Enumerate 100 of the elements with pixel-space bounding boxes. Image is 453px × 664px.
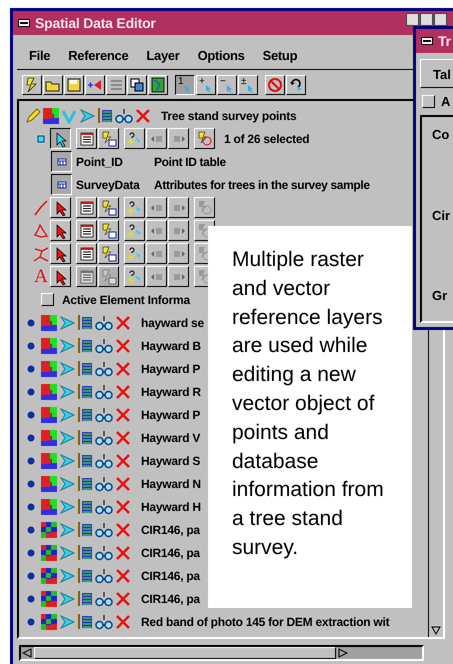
arrow-icon[interactable] (59, 360, 75, 376)
arrow-icon[interactable] (59, 384, 75, 400)
table-name[interactable]: SurveyData (76, 178, 150, 192)
arrow-icon[interactable] (59, 522, 75, 538)
table-button[interactable] (76, 128, 97, 149)
table-button[interactable] (76, 243, 97, 264)
binoculars-icon[interactable] (95, 384, 113, 400)
minimize-button[interactable] (406, 13, 419, 26)
select-element-button[interactable] (50, 128, 71, 149)
wrench-list-icon[interactable] (77, 522, 93, 538)
wrench-list-icon[interactable] (77, 476, 93, 492)
lightning-tool-button[interactable] (22, 75, 42, 95)
layer-name[interactable]: CIR146, pa (141, 546, 200, 560)
next-button[interactable] (168, 220, 189, 241)
window-menu-icon[interactable] (421, 37, 433, 45)
scroll-right-icon[interactable] (338, 648, 348, 658)
binoculars-icon[interactable] (95, 614, 113, 630)
next-button[interactable] (168, 243, 189, 264)
save-tool-button[interactable] (64, 75, 84, 95)
menu-item[interactable]: File (29, 48, 50, 63)
checkbox[interactable] (422, 95, 435, 108)
layer-name[interactable]: Hayward P (141, 408, 200, 422)
selection-mode-button[interactable]: + (196, 75, 216, 95)
binoculars-icon[interactable] (95, 544, 113, 560)
horizontal-scrollbar[interactable] (19, 645, 424, 661)
wrench-list-icon[interactable] (77, 452, 93, 468)
binoculars-icon[interactable] (95, 360, 113, 376)
clear-selection-button[interactable] (194, 197, 215, 218)
selection-mode-button[interactable]: ± (238, 75, 258, 95)
add-tool-button[interactable] (85, 75, 105, 95)
table-button[interactable] (76, 197, 97, 218)
layer-name[interactable]: CIR146, pa (141, 522, 200, 536)
arrow-icon[interactable] (59, 476, 75, 492)
clear-selection-button[interactable] (194, 128, 215, 149)
binoculars-icon[interactable] (95, 568, 113, 584)
wrench-list-icon[interactable] (77, 430, 93, 446)
binoculars-icon[interactable] (95, 406, 113, 422)
query-button[interactable] (124, 197, 145, 218)
binoculars-icon[interactable] (95, 590, 113, 606)
arrow-icon[interactable] (59, 590, 75, 606)
form-button[interactable] (98, 197, 119, 218)
binoculars-icon[interactable] (95, 522, 113, 538)
form-button[interactable] (98, 243, 119, 264)
arrow-icon[interactable] (59, 406, 75, 422)
copy-tool-button[interactable] (127, 75, 147, 95)
wrench-list-icon[interactable] (77, 498, 93, 514)
binoculars-icon[interactable] (95, 430, 113, 446)
close-button[interactable] (434, 13, 447, 26)
layer-name[interactable]: Hayward H (141, 500, 201, 514)
query-button[interactable] (124, 243, 145, 264)
wrench-list-icon[interactable] (77, 406, 93, 422)
arrow-icon[interactable] (59, 452, 75, 468)
binoculars-icon[interactable] (95, 452, 113, 468)
maximize-button[interactable] (420, 13, 433, 26)
layer-name[interactable]: Red band of photo 145 for DEM extraction wit (141, 614, 390, 628)
layer-name[interactable]: Hayward P (141, 362, 200, 376)
arrow-icon[interactable] (59, 568, 75, 584)
undo-tool-button[interactable] (286, 75, 306, 95)
wrench-list-icon[interactable] (77, 384, 93, 400)
wrench-list-icon[interactable] (77, 590, 93, 606)
pencil-icon[interactable] (25, 108, 41, 124)
query-button[interactable] (124, 266, 145, 287)
selection-mode-button[interactable]: 1 (175, 75, 195, 95)
binoculars-icon[interactable] (95, 338, 113, 354)
previous-button[interactable] (146, 243, 167, 264)
form-button[interactable] (98, 128, 119, 149)
table-name[interactable]: Point_ID (76, 154, 150, 168)
wrench-list-icon[interactable] (77, 338, 93, 354)
menu-item[interactable]: Options (198, 48, 245, 63)
layer-name[interactable]: Hayward N (141, 476, 201, 490)
previous-button[interactable] (146, 197, 167, 218)
arrow-icon[interactable] (59, 338, 75, 354)
arrow-icon[interactable] (79, 108, 95, 124)
menu-item[interactable]: Setup (262, 48, 298, 63)
arrow-icon[interactable] (59, 430, 75, 446)
previous-button[interactable] (146, 266, 167, 287)
menu-item[interactable]: Layer (146, 48, 180, 63)
arrow-icon[interactable] (59, 614, 75, 630)
prohibit-tool-button[interactable] (265, 75, 285, 95)
previous-button[interactable] (146, 128, 167, 149)
next-button[interactable] (168, 197, 189, 218)
binoculars-icon[interactable] (95, 476, 113, 492)
arrow-icon[interactable] (59, 498, 75, 514)
selection-mode-button[interactable]: − (217, 75, 237, 95)
folder-tool-button[interactable] (43, 75, 63, 95)
previous-button[interactable] (146, 220, 167, 241)
lines-tool-button[interactable] (106, 75, 126, 95)
arrow-icon[interactable] (59, 314, 75, 330)
wrench-list-icon[interactable] (77, 568, 93, 584)
table-icon-button[interactable] (51, 151, 72, 172)
table-icon-button[interactable] (51, 174, 72, 195)
next-button[interactable] (168, 128, 189, 149)
wrench-list-icon[interactable] (97, 108, 113, 124)
layer-name[interactable]: Hayward R (141, 384, 201, 398)
binoculars-icon[interactable] (95, 314, 113, 330)
wrench-list-icon[interactable] (77, 544, 93, 560)
layer-name[interactable]: Hayward V (141, 430, 200, 444)
query-button[interactable] (124, 220, 145, 241)
binoculars-icon[interactable] (95, 498, 113, 514)
check-icon[interactable] (61, 108, 77, 124)
